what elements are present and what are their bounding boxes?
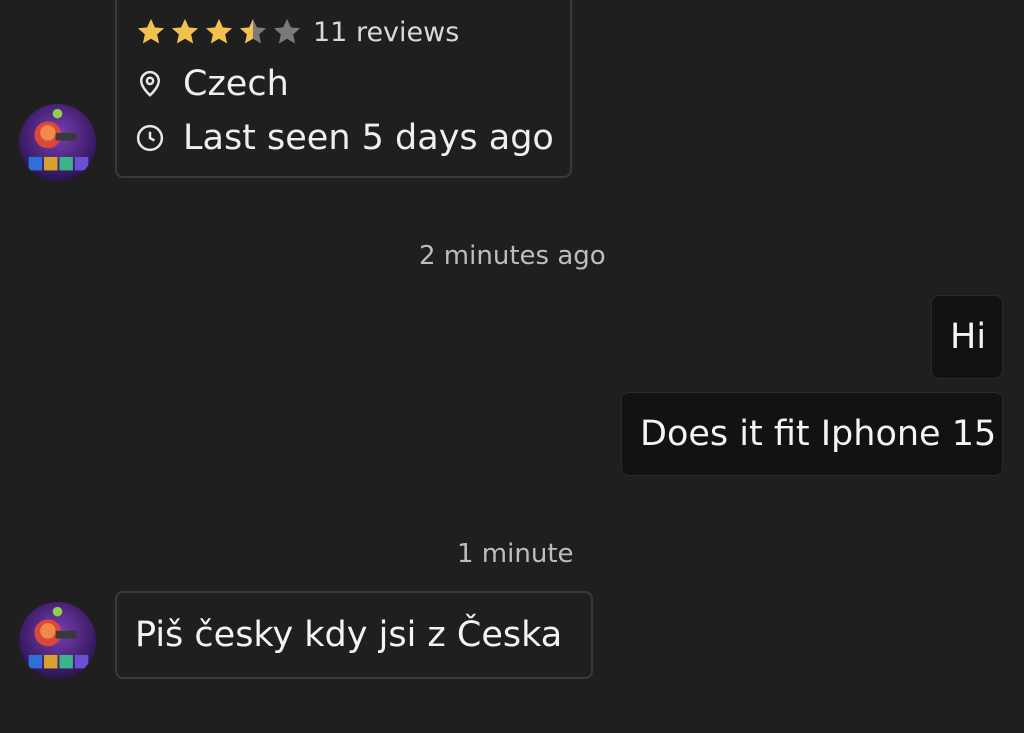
location-text: Czech: [183, 64, 289, 104]
message-timestamp: 1 minute: [457, 539, 574, 569]
seller-avatar[interactable]: [19, 104, 96, 181]
star-icon: [271, 16, 303, 48]
message-bubble-sent[interactable]: Does it fit Iphone 15: [621, 392, 1003, 476]
star-icon: [169, 16, 201, 48]
avatar-image: [19, 104, 96, 181]
star-icon: [203, 16, 235, 48]
clock-icon: [135, 123, 165, 153]
star-rating: [135, 16, 305, 48]
location-pin-icon: [135, 69, 165, 99]
message-text: Piš česky kdy jsi z Česka: [135, 615, 563, 655]
location-row: Czech: [135, 62, 289, 106]
chat-thread: 11 reviews Czech Last seen 5 days ago 2 …: [0, 0, 1024, 733]
star-icon: [135, 16, 167, 48]
message-text: Does it fit Iphone 15: [640, 414, 997, 454]
last-seen-row: Last seen 5 days ago: [135, 116, 554, 160]
seller-avatar[interactable]: [19, 602, 96, 679]
seller-profile-card[interactable]: 11 reviews Czech Last seen 5 days ago: [115, 0, 572, 178]
reviews-count[interactable]: 11 reviews: [313, 17, 459, 48]
star-icon: [237, 16, 269, 48]
last-seen-text: Last seen 5 days ago: [183, 118, 554, 158]
rating-row: 11 reviews: [135, 12, 459, 52]
message-bubble-sent[interactable]: Hi: [931, 295, 1003, 379]
message-bubble-received[interactable]: Piš česky kdy jsi z Česka: [115, 591, 593, 679]
message-text: Hi: [950, 317, 987, 357]
message-timestamp: 2 minutes ago: [419, 241, 606, 271]
avatar-image: [19, 602, 96, 679]
